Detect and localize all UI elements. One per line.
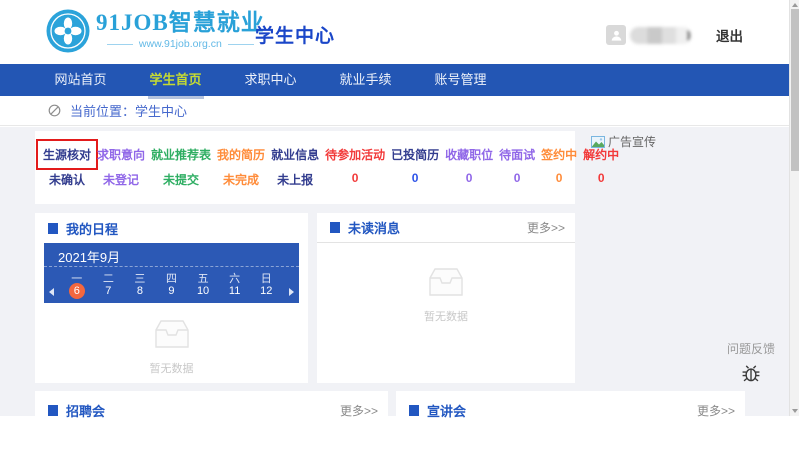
nav-item[interactable]: 就业手续 [318, 64, 413, 96]
calendar-divider [44, 266, 299, 267]
nav-item[interactable]: 账号管理 [413, 64, 508, 96]
messages-empty-state: 暂无数据 [317, 265, 575, 324]
calendar-date[interactable]: 11 [219, 283, 251, 299]
top-header: 91JOB智慧就业 www.91job.org.cn 学生中心 退出 [0, 0, 789, 64]
logout-button[interactable]: 退出 [716, 25, 743, 45]
breadcrumb-label: 当前位置：学生中心 [70, 101, 187, 120]
calendar-date[interactable]: 9 [156, 283, 188, 299]
logo-url: www.91job.org.cn [96, 38, 265, 50]
user-name-redacted [630, 27, 692, 44]
info-session-card: 宣讲会 更多>> [396, 391, 745, 451]
schedule-empty-state: 暂无数据 [35, 317, 308, 376]
empty-inbox-icon [423, 265, 469, 299]
status-item[interactable]: 已投简历0 [388, 144, 442, 204]
ad-banner[interactable]: 广告宣传 [591, 133, 656, 150]
job-fair-card: 招聘会 更多>> [35, 391, 388, 451]
messages-card: 未读消息 更多>> 暂无数据 [317, 213, 575, 383]
status-item[interactable]: 我的简历未完成 [214, 144, 268, 204]
status-item[interactable]: 签约中0 [538, 144, 580, 204]
calendar-month-label: 2021年9月 [58, 247, 120, 266]
scroll-down-arrow-icon[interactable] [792, 409, 798, 413]
user-area: 退出 [606, 24, 743, 46]
calendar-date[interactable]: 12 [250, 283, 282, 299]
section-marker-icon [48, 223, 58, 234]
empty-text: 暂无数据 [317, 308, 575, 324]
section-marker-icon [48, 405, 58, 416]
calendar-date-row: 6789101112 [61, 283, 282, 299]
logo-text: 91JOB智慧就业 [96, 9, 265, 37]
scrollbar[interactable] [789, 0, 799, 416]
scroll-up-arrow-icon[interactable] [792, 3, 798, 7]
messages-title: 未读消息 [348, 218, 400, 237]
user-avatar-icon [606, 25, 626, 45]
main-nav: 网站首页学生首页求职中心就业手续账号管理 [0, 64, 789, 96]
calendar-date[interactable]: 7 [93, 283, 125, 299]
status-item[interactable]: 收藏职位0 [442, 144, 496, 204]
status-item[interactable]: 求职意向未登记 [94, 144, 148, 204]
nav-item[interactable]: 学生首页 [128, 64, 223, 96]
selected-date[interactable]: 6 [69, 283, 85, 299]
nav-item[interactable]: 求职中心 [223, 64, 318, 96]
empty-inbox-icon [149, 317, 195, 351]
section-marker-icon [330, 222, 340, 233]
status-item[interactable]: 就业信息未上报 [268, 144, 322, 204]
messages-more-link[interactable]: 更多>> [527, 219, 565, 236]
nav-item[interactable]: 网站首页 [33, 64, 128, 96]
logo-badge-icon [46, 9, 90, 53]
highlight-box [36, 139, 98, 170]
status-overview-card: 生源核对未确认求职意向未登记就业推荐表未提交我的简历未完成就业信息未上报待参加活… [35, 131, 575, 204]
next-week-button[interactable] [289, 288, 294, 296]
status-grid: 生源核对未确认求职意向未登记就业推荐表未提交我的简历未完成就业信息未上报待参加活… [35, 131, 575, 204]
broken-image-icon [591, 136, 605, 148]
empty-text: 暂无数据 [35, 360, 308, 376]
calendar-date[interactable]: 8 [124, 283, 156, 299]
info-session-title: 宣讲会 [427, 401, 466, 420]
job-fair-title: 招聘会 [66, 401, 105, 420]
calendar-date[interactable]: 6 [61, 283, 93, 299]
status-item[interactable]: 解约中0 [580, 144, 622, 204]
calendar: 2021年9月 一二三四五六日 6789101112 [44, 243, 299, 303]
logo[interactable]: 91JOB智慧就业 www.91job.org.cn [46, 9, 265, 53]
section-marker-icon [409, 405, 419, 416]
schedule-title: 我的日程 [66, 219, 118, 238]
status-item[interactable]: 生源核对未确认 [40, 144, 94, 204]
prev-week-button[interactable] [49, 288, 54, 296]
bug-icon [740, 362, 762, 384]
calendar-date[interactable]: 10 [187, 283, 219, 299]
status-item[interactable]: 待面试0 [496, 144, 538, 204]
scrollbar-thumb[interactable] [791, 9, 799, 171]
status-item[interactable]: 就业推荐表未提交 [148, 144, 214, 204]
page-title: 学生中心 [255, 21, 335, 48]
feedback-label: 问题反馈 [718, 340, 784, 357]
status-item[interactable]: 待参加活动0 [322, 144, 388, 204]
breadcrumb: 当前位置：学生中心 [0, 96, 789, 126]
location-icon [48, 104, 61, 117]
ad-label: 广告宣传 [608, 133, 656, 150]
feedback-widget[interactable]: 问题反馈 [718, 340, 784, 389]
schedule-card: 我的日程 2021年9月 一二三四五六日 6789101112 暂无数据 [35, 213, 308, 383]
